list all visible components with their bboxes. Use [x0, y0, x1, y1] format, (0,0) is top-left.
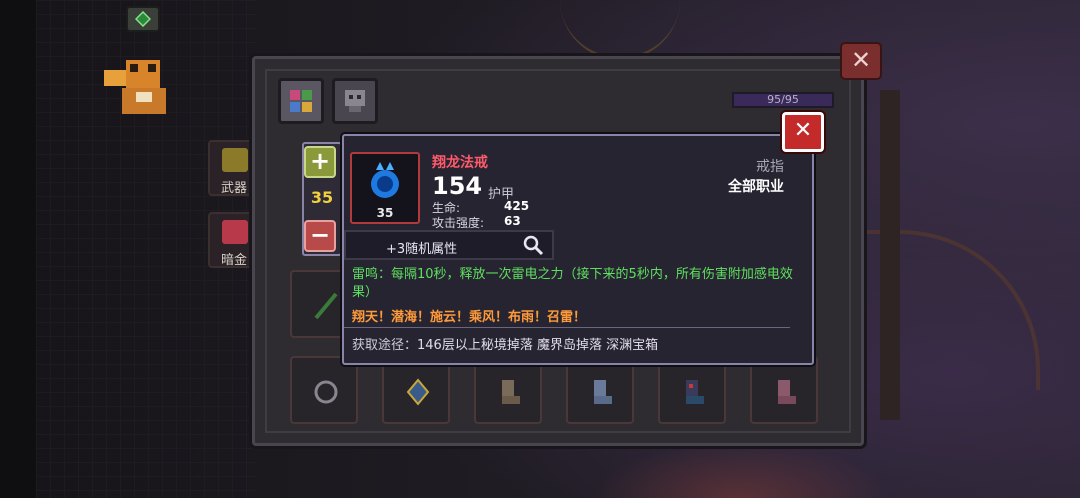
- item-tooltip: 35 翔龙法戒 154 护甲 生命: 425 攻击强度: 63 戒指 全部职业 …: [342, 134, 814, 365]
- tab-bag[interactable]: [278, 78, 324, 124]
- boots-icon: [594, 380, 612, 404]
- item-quote: 翔天！潜海！施云！乘风！布雨！召雷！: [352, 310, 587, 325]
- dragon-ring-icon: [371, 162, 399, 198]
- dark-gold-label: 暗金: [220, 253, 247, 268]
- equip-slot-boots-4[interactable]: [750, 356, 818, 424]
- level-minus-button[interactable]: −: [304, 220, 336, 252]
- weapon-label: 武器: [220, 181, 247, 196]
- equip-slot-boots-2[interactable]: [566, 356, 634, 424]
- decor-beam: [880, 90, 900, 420]
- boots-icon: [502, 380, 520, 404]
- item-source-label: 获取途径：: [352, 338, 418, 353]
- item-type: 戒指: [756, 159, 784, 175]
- equip-slot-ring[interactable]: [290, 356, 358, 424]
- level-plus-button[interactable]: +: [304, 146, 336, 178]
- boots-icon: [686, 380, 704, 404]
- dark-gold-icon: [222, 220, 248, 244]
- close-tooltip-button[interactable]: ✕: [782, 112, 824, 152]
- hp-text: 95/95: [767, 93, 799, 106]
- tab-equipment[interactable]: [332, 78, 378, 124]
- armor-value: 154: [432, 172, 483, 200]
- item-icon-frame: 35: [350, 152, 420, 224]
- equip-slot-amulet[interactable]: [382, 356, 450, 424]
- decor-glow: [590, 440, 890, 498]
- stat-attack-value: 63: [504, 214, 521, 228]
- left-edge: [0, 0, 36, 498]
- item-effect: 雷鸣：每隔10秒，释放一次雷电之力（接下来的5秒内，所有伤害附加感电效果）: [352, 267, 793, 300]
- ring-icon: [314, 380, 338, 404]
- random-attrs-label: +3随机属性: [386, 242, 458, 257]
- tooltip-divider: [344, 327, 790, 328]
- hp-bar: 95/95: [732, 92, 834, 108]
- class-requirement: 全部职业: [728, 179, 784, 195]
- item-source-value: 146层以上秘境掉落 魔界岛掉落 深渊宝箱: [417, 338, 659, 353]
- amulet-icon: [406, 378, 430, 406]
- item-source: 获取途径：146层以上秘境掉落 魔界岛掉落 深渊宝箱: [352, 334, 658, 353]
- pet-dog-icon: [96, 52, 186, 122]
- boots-icon: [778, 380, 796, 404]
- magnifier-icon[interactable]: [522, 234, 546, 258]
- staff-icon: [314, 292, 338, 320]
- item-name: 翔龙法戒: [432, 155, 488, 171]
- close-inventory-button[interactable]: ✕: [840, 42, 882, 80]
- equip-slot-boots-3[interactable]: [658, 356, 726, 424]
- level-value: 35: [310, 188, 334, 207]
- quest-marker-icon[interactable]: [126, 6, 160, 32]
- equip-slot-boots-1[interactable]: [474, 356, 542, 424]
- item-icon-level: 35: [376, 206, 394, 220]
- weapon-icon: [222, 148, 248, 172]
- random-attrs-box[interactable]: +3随机属性: [344, 230, 554, 260]
- grid-icon: [290, 90, 312, 112]
- stat-hp-value: 425: [504, 199, 530, 213]
- stat-attack-label: 攻击强度:: [432, 216, 485, 230]
- helmet-icon: [345, 90, 365, 112]
